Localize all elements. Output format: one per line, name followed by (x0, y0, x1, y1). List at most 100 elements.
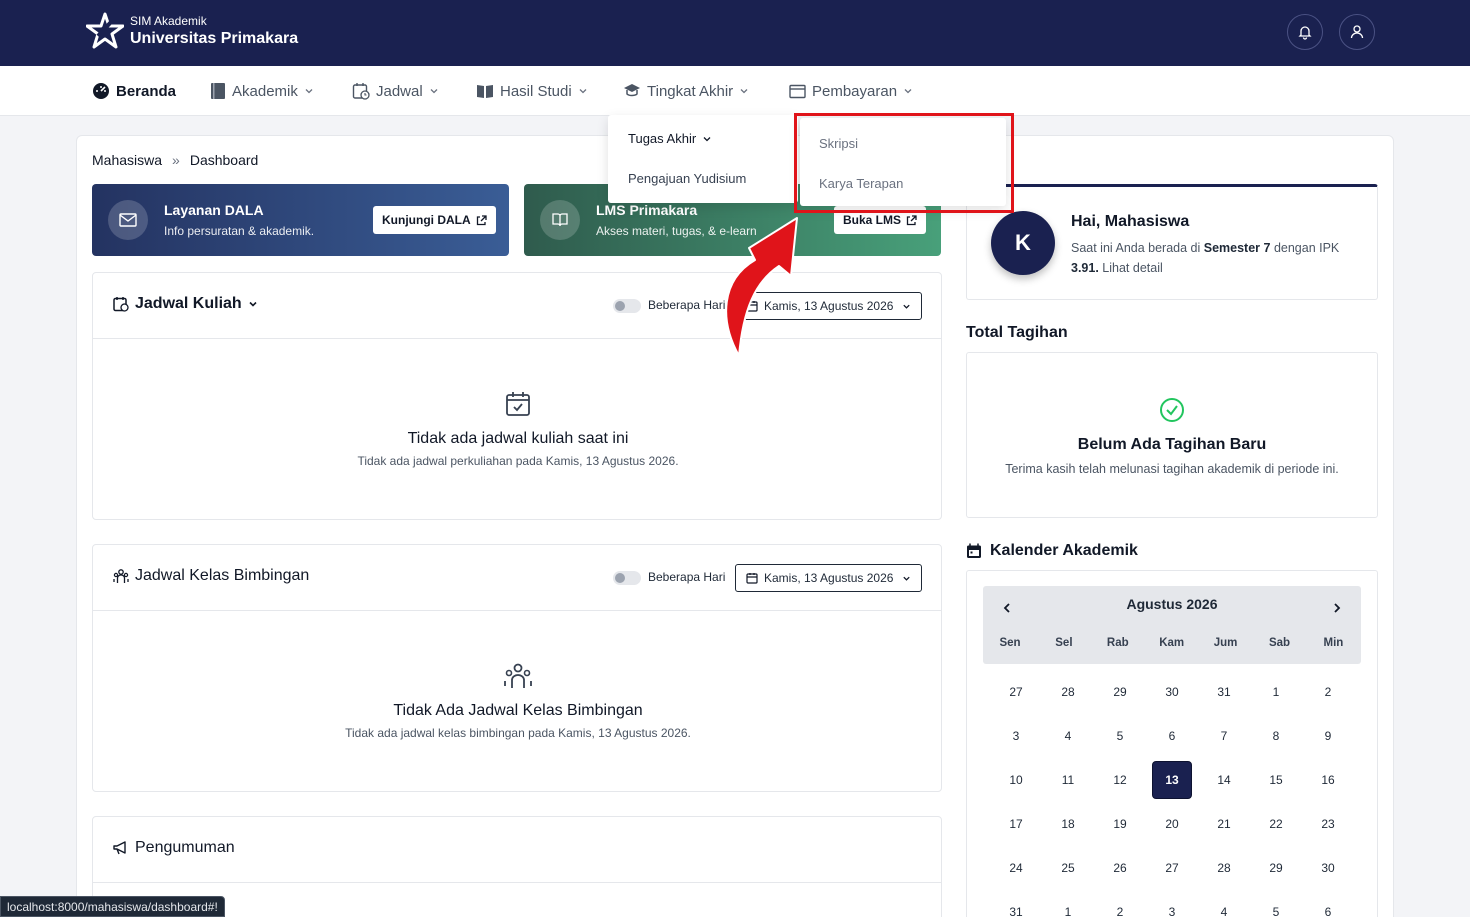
user-menu-button[interactable] (1339, 14, 1375, 50)
dashboard-gauge-icon (93, 83, 109, 99)
breadcrumb-separator-icon: » (172, 152, 180, 168)
tagihan-empty-title: Belum Ada Tagihan Baru (1077, 436, 1267, 453)
jadwal-bimbingan-title: Jadwal Kelas Bimbingan (113, 567, 309, 585)
kalender-day[interactable]: 20 (1152, 805, 1192, 843)
kalender-day[interactable]: 8 (1256, 717, 1296, 755)
chevron-down-icon (249, 301, 257, 307)
kalender-day[interactable]: 5 (1256, 893, 1296, 917)
kalender-day[interactable]: 4 (1204, 893, 1244, 917)
breadcrumb-parent[interactable]: Mahasiswa (92, 152, 162, 168)
kalender-day[interactable]: 22 (1256, 805, 1296, 843)
empty-title: Tidak ada jadwal kuliah saat ini (407, 430, 629, 447)
star-logo-icon (86, 12, 124, 49)
empty-desc: Tidak ada jadwal kelas bimbingan pada Ka… (345, 726, 691, 740)
nav-beranda-label: Beranda (116, 82, 177, 100)
profile-greeting: Hai, Mahasiswa (1071, 213, 1190, 230)
kalender-day[interactable]: 13 (1152, 761, 1192, 799)
kalender-day[interactable]: 30 (1308, 849, 1348, 887)
brand-title: Universitas Primakara (130, 30, 299, 47)
kalender-day[interactable]: 1 (1048, 893, 1088, 917)
brand[interactable]: SIM Akademik Universitas Primakara (86, 12, 298, 52)
kalender-day[interactable]: 31 (996, 893, 1036, 917)
jadwal-kuliah-title[interactable]: Jadwal Kuliah (113, 295, 258, 313)
nav-pembayaran[interactable]: Pembayaran (789, 66, 913, 116)
dala-desc: Info persuratan & akademik. (164, 224, 315, 238)
mail-icon (108, 200, 148, 240)
brand-subtitle: SIM Akademik (130, 14, 207, 28)
profile-desc-text: Saat ini Anda berada di (1071, 241, 1204, 255)
kalender-day[interactable]: 9 (1308, 717, 1348, 755)
lihat-detail-link[interactable]: Lihat detail (1099, 261, 1162, 275)
kalender-day[interactable]: 3 (996, 717, 1036, 755)
kalender-day[interactable]: 31 (1204, 673, 1244, 711)
beberapa-hari-toggle[interactable] (613, 299, 641, 313)
kalender-weekday: Jum (1213, 637, 1238, 649)
kalender-day[interactable]: 11 (1048, 761, 1088, 799)
kalender-day[interactable]: 4 (1048, 717, 1088, 755)
nav-tingkat-akhir[interactable]: Tingkat Akhir (623, 66, 749, 116)
open-book-icon (477, 85, 493, 98)
kalender-day[interactable]: 15 (1256, 761, 1296, 799)
invoice-icon (789, 84, 806, 98)
total-tagihan-title: Total Tagihan (966, 324, 1068, 341)
top-header: SIM Akademik Universitas Primakara (0, 0, 1470, 66)
profile-semester: Semester 7 (1203, 241, 1271, 255)
chevron-down-icon (740, 89, 748, 94)
nav-akademik[interactable]: Akademik (210, 66, 314, 116)
kalender-day[interactable]: 18 (1048, 805, 1088, 843)
chevron-down-icon (305, 89, 313, 94)
megaphone-icon (113, 841, 126, 855)
kalender-day[interactable]: 17 (996, 805, 1036, 843)
dropdown-tugas-akhir[interactable]: Tugas Akhir (628, 131, 712, 146)
kalender-day[interactable]: 2 (1308, 673, 1348, 711)
kalender-day[interactable]: 16 (1308, 761, 1348, 799)
kalender-day[interactable]: 27 (1152, 849, 1192, 887)
kalender-day[interactable]: 24 (996, 849, 1036, 887)
kalender-day[interactable]: 3 (1152, 893, 1192, 917)
empty-title: Tidak Ada Jadwal Kelas Bimbingan (393, 702, 643, 719)
nav-jadwal[interactable]: Jadwal (352, 66, 439, 116)
kalender-day[interactable]: 21 (1204, 805, 1244, 843)
kalender-day[interactable]: 27 (996, 673, 1036, 711)
kunjungi-dala-button[interactable]: Kunjungi DALA (373, 206, 496, 234)
kalender-card: Agustus 2026 Sen Sel Rab Kam Jum Sab Min 27 28 2… (966, 570, 1378, 917)
kalender-day[interactable]: 10 (996, 761, 1036, 799)
graduation-cap-icon (624, 84, 640, 97)
tagihan-card: Belum Ada Tagihan Baru Terima kasih tela… (966, 352, 1378, 518)
calendar-clock-icon (113, 297, 129, 312)
kalender-day[interactable]: 29 (1256, 849, 1296, 887)
kalender-day[interactable]: 28 (1204, 849, 1244, 887)
kalender-day[interactable]: 12 (1100, 761, 1140, 799)
kalender-day[interactable]: 30 (1152, 673, 1192, 711)
kalender-day[interactable]: 23 (1308, 805, 1348, 843)
kalender-day[interactable]: 6 (1152, 717, 1192, 755)
kalender-day[interactable]: 29 (1100, 673, 1140, 711)
empty-desc: Tidak ada jadwal perkuliahan pada Kamis,… (357, 454, 679, 468)
nav-akademik-label: Akademik (232, 82, 298, 100)
highlight-box (794, 113, 1014, 213)
chevron-down-icon (903, 304, 910, 309)
chevron-down-icon (430, 89, 438, 94)
chevron-right-icon[interactable] (1331, 602, 1343, 614)
kalender-day[interactable]: 6 (1308, 893, 1348, 917)
lms-title: LMS Primakara (596, 202, 698, 218)
nav-hasil-studi[interactable]: Hasil Studi (476, 66, 588, 116)
kalender-day[interactable]: 25 (1048, 849, 1088, 887)
kalender-day[interactable]: 26 (1100, 849, 1140, 887)
beberapa-hari-toggle[interactable] (613, 571, 641, 585)
avatar: K (991, 211, 1055, 275)
breadcrumb: Mahasiswa » Dashboard (92, 152, 258, 168)
kalender-day[interactable]: 28 (1048, 673, 1088, 711)
dropdown-pengajuan-yudisium[interactable]: Pengajuan Yudisium (628, 171, 746, 186)
nav-beranda[interactable]: Beranda (92, 66, 176, 116)
kalender-day[interactable]: 1 (1256, 673, 1296, 711)
kalender-day[interactable]: 19 (1100, 805, 1140, 843)
kalender-day[interactable]: 2 (1100, 893, 1140, 917)
buka-lms-label: Buka LMS (843, 213, 902, 227)
notification-button[interactable] (1287, 14, 1323, 50)
kalender-day[interactable]: 7 (1204, 717, 1244, 755)
date-select[interactable]: Kamis, 13 Agustus 2026 (735, 564, 922, 592)
kalender-day[interactable]: 14 (1204, 761, 1244, 799)
kalender-day[interactable]: 5 (1100, 717, 1140, 755)
jadwal-bimbingan-panel: Jadwal Kelas Bimbingan Beberapa Hari Kam… (92, 544, 942, 792)
